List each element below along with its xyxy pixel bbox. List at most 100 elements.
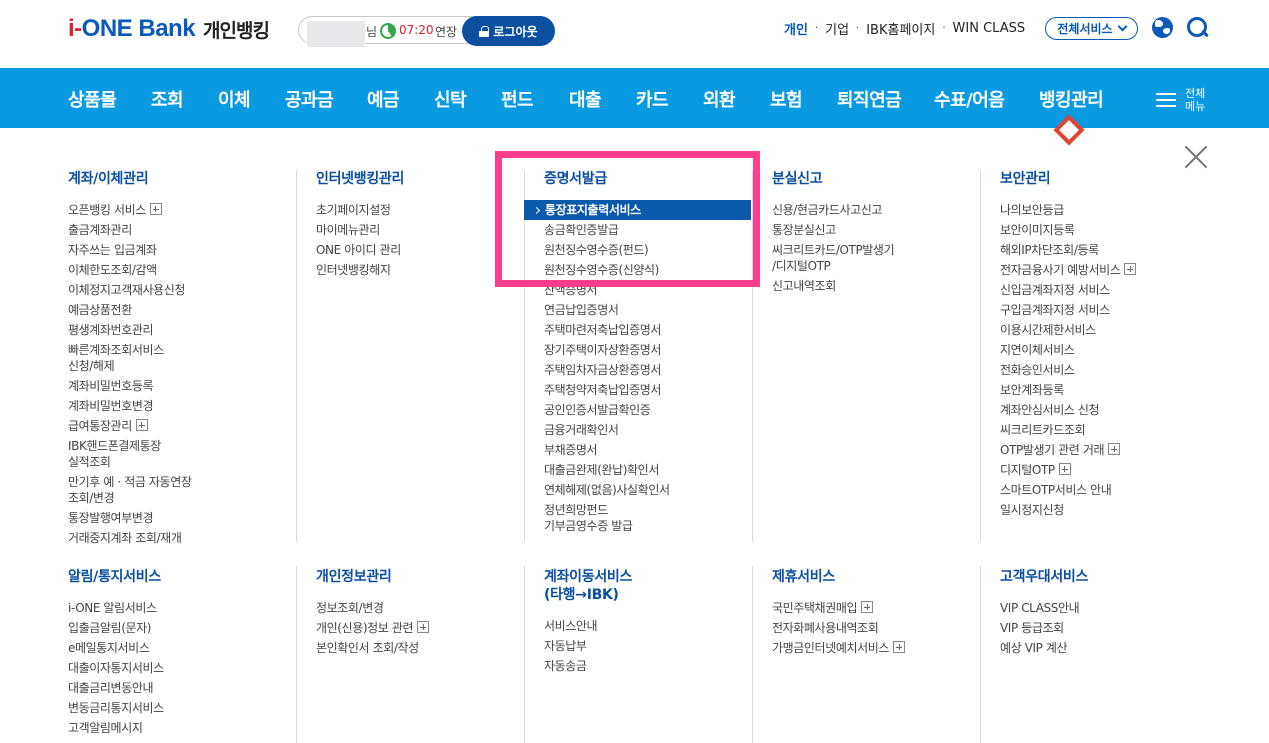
- menu-item[interactable]: 가맹금인터넷예치서비스: [772, 638, 987, 658]
- menu-item[interactable]: 예상 VIP 계산: [1000, 638, 1215, 658]
- menu-section-title[interactable]: 제휴서비스: [772, 568, 987, 586]
- expand-plus-icon[interactable]: [135, 419, 148, 431]
- gnb-utility-bill[interactable]: 공과금: [285, 86, 334, 112]
- bank-logo[interactable]: i-ONE Bank 개인뱅킹: [68, 14, 270, 44]
- gnb-product-mall[interactable]: 상품몰: [68, 86, 117, 112]
- menu-item[interactable]: 이체한도조회/감액: [68, 260, 283, 280]
- search-icon[interactable]: [1187, 17, 1209, 39]
- full-menu-button[interactable]: 전체 메뉴: [1156, 87, 1212, 115]
- menu-item[interactable]: 보안이미지등록: [1000, 220, 1215, 240]
- menu-item[interactable]: 변동금리통지서비스: [68, 698, 283, 718]
- menu-item[interactable]: 오픈뱅킹 서비스: [68, 200, 283, 220]
- menu-item[interactable]: 자주쓰는 입금계좌: [68, 240, 283, 260]
- menu-item[interactable]: 원천징수영수증(펀드): [544, 240, 759, 260]
- menu-item[interactable]: 보안계좌등록: [1000, 380, 1215, 400]
- util-link-corporate[interactable]: 기업: [825, 19, 849, 38]
- menu-section-title[interactable]: 알림/통지서비스: [68, 568, 283, 586]
- menu-item[interactable]: 이용시간제한서비스: [1000, 320, 1215, 340]
- menu-section-title[interactable]: 인터넷뱅킹관리: [316, 170, 531, 188]
- gnb-foreign-exchange[interactable]: 외환: [703, 86, 736, 112]
- menu-item[interactable]: 통장분실신고: [772, 220, 987, 240]
- menu-item[interactable]: 계좌비밀번호등록: [68, 376, 283, 396]
- menu-item[interactable]: 일시정지신청: [1000, 500, 1215, 520]
- gnb-check-bill[interactable]: 수표/어음: [934, 86, 1005, 112]
- menu-section-title[interactable]: 고객우대서비스: [1000, 568, 1215, 586]
- menu-item[interactable]: 빠른계좌조회서비스 신청/해제: [68, 340, 283, 376]
- menu-item[interactable]: OTP발생기 관련 거래: [1000, 440, 1215, 460]
- menu-item[interactable]: 대출금완제(완납)확인서: [544, 460, 759, 480]
- menu-item[interactable]: 원천징수영수증(신양식): [544, 260, 759, 280]
- menu-item[interactable]: 금융거래확인서: [544, 420, 759, 440]
- util-link-ibk-home[interactable]: IBK홈페이지: [866, 19, 935, 38]
- gnb-banking-management[interactable]: 뱅킹관리: [1039, 86, 1104, 134]
- menu-item[interactable]: 구입금계좌지정 서비스: [1000, 300, 1215, 320]
- menu-item[interactable]: 송금확인증발급: [544, 220, 759, 240]
- gnb-trust[interactable]: 신탁: [434, 86, 467, 112]
- menu-item[interactable]: 잔액증명서: [544, 280, 759, 300]
- menu-item[interactable]: 이체정지고객재사용신청: [68, 280, 283, 300]
- menu-item[interactable]: e메일통지서비스: [68, 638, 283, 658]
- expand-plus-icon[interactable]: [417, 621, 430, 633]
- menu-item[interactable]: 부채증명서: [544, 440, 759, 460]
- menu-item[interactable]: 자동납부: [544, 636, 759, 656]
- menu-item[interactable]: 통장표지출력서비스: [524, 200, 751, 220]
- menu-item[interactable]: 신입금계좌지정 서비스: [1000, 280, 1215, 300]
- menu-item[interactable]: 국민주택채권매입: [772, 598, 987, 618]
- gnb-deposit[interactable]: 예금: [367, 86, 400, 112]
- menu-item[interactable]: 예금상품전환: [68, 300, 283, 320]
- gnb-fund[interactable]: 펀드: [501, 86, 534, 112]
- menu-item[interactable]: 주택청약저축납입증명서: [544, 380, 759, 400]
- menu-item[interactable]: 전자화폐사용내역조회: [772, 618, 987, 638]
- expand-plus-icon[interactable]: [1108, 443, 1121, 455]
- extend-session-button[interactable]: 연장: [435, 23, 457, 40]
- expand-plus-icon[interactable]: [893, 641, 906, 653]
- menu-item[interactable]: 출금계좌관리: [68, 220, 283, 240]
- menu-item[interactable]: 주택마련저축납입증명서: [544, 320, 759, 340]
- logout-button[interactable]: 로그아웃: [462, 16, 555, 46]
- menu-item[interactable]: 자동송금: [544, 656, 759, 676]
- menu-item[interactable]: 정보조회/변경: [316, 598, 531, 618]
- menu-item[interactable]: 서비스안내: [544, 616, 759, 636]
- menu-section-title[interactable]: 계좌이동서비스 (타행→IBK): [544, 568, 759, 604]
- menu-item[interactable]: 급여통장관리: [68, 416, 283, 436]
- menu-item[interactable]: 주택임차자금상환증명서: [544, 360, 759, 380]
- util-link-personal[interactable]: 개인: [784, 19, 808, 38]
- menu-item[interactable]: 통장발행여부변경: [68, 508, 283, 528]
- gnb-loan[interactable]: 대출: [569, 86, 602, 112]
- expand-plus-icon[interactable]: [1058, 463, 1071, 475]
- util-link-win-class[interactable]: WIN CLASS: [953, 21, 1026, 36]
- menu-item[interactable]: 연금납입증명서: [544, 300, 759, 320]
- menu-section-title[interactable]: 보안관리: [1000, 170, 1215, 188]
- gnb-inquiry[interactable]: 조회: [151, 86, 184, 112]
- menu-section-title[interactable]: 개인정보관리: [316, 568, 531, 586]
- menu-item[interactable]: 평생계좌번호관리: [68, 320, 283, 340]
- menu-item[interactable]: 초기페이지설정: [316, 200, 531, 220]
- all-services-dropdown[interactable]: 전체서비스: [1045, 17, 1138, 40]
- menu-item[interactable]: VIP 등급조회: [1000, 618, 1215, 638]
- menu-item[interactable]: i-ONE 알림서비스: [68, 598, 283, 618]
- menu-item[interactable]: 계좌비밀번호변경: [68, 396, 283, 416]
- menu-item[interactable]: 전자금융사기 예방서비스: [1000, 260, 1215, 280]
- menu-item[interactable]: IBK핸드폰결제통장 실적조회: [68, 436, 283, 472]
- menu-item[interactable]: 연체해제(없음)사실확인서: [544, 480, 759, 500]
- menu-item[interactable]: 대출이자통지서비스: [68, 658, 283, 678]
- menu-item[interactable]: 신고내역조회: [772, 276, 987, 296]
- menu-item[interactable]: ONE 아이디 관리: [316, 240, 531, 260]
- menu-item[interactable]: 디지털OTP: [1000, 460, 1215, 480]
- expand-plus-icon[interactable]: [149, 203, 162, 215]
- menu-item[interactable]: 스마트OTP서비스 안내: [1000, 480, 1215, 500]
- menu-item[interactable]: 지연이체서비스: [1000, 340, 1215, 360]
- menu-item[interactable]: 신용/현금카드사고신고: [772, 200, 987, 220]
- menu-item[interactable]: 만기후 예 · 적금 자동연장 조회/변경: [68, 472, 283, 508]
- menu-item[interactable]: 개인(신용)정보 관련: [316, 618, 531, 638]
- expand-plus-icon[interactable]: [861, 601, 874, 613]
- menu-section-title[interactable]: 증명서발급: [544, 170, 759, 188]
- menu-section-title[interactable]: 계좌/이체관리: [68, 170, 283, 188]
- globe-icon[interactable]: [1152, 17, 1173, 38]
- menu-item[interactable]: 정년희망펀드 기부금영수증 발급: [544, 500, 759, 536]
- gnb-pension[interactable]: 퇴직연금: [837, 86, 902, 112]
- menu-item[interactable]: 공인인증서발급확인증: [544, 400, 759, 420]
- gnb-transfer[interactable]: 이체: [218, 86, 251, 112]
- menu-item[interactable]: 인터넷뱅킹해지: [316, 260, 531, 280]
- menu-item[interactable]: 씨크리트카드조회: [1000, 420, 1215, 440]
